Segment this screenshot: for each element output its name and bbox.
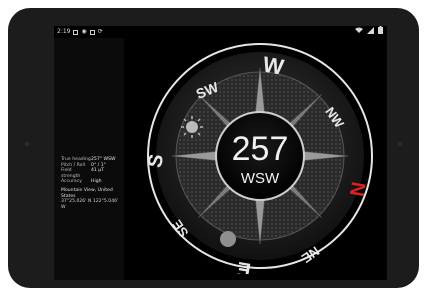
- tablet-frame: 2:19 ◉ ⟳ True heading 257° WSW Pitch / Ro…: [8, 8, 419, 288]
- status-time: 2:19: [57, 28, 71, 35]
- sync-icon: ⟳: [97, 28, 103, 35]
- signal-icon: [367, 26, 374, 34]
- info-value: 41 µT: [91, 168, 105, 174]
- location-name: Mountain View, United States: [61, 187, 113, 199]
- battery-icon: [378, 26, 383, 34]
- app-screen: 2:19 ◉ ⟳ True heading 257° WSW Pitch / Ro…: [54, 26, 387, 280]
- heading-degrees: 257: [232, 130, 289, 168]
- info-row: Accuracy High: [61, 179, 124, 185]
- info-label: Field strength: [61, 168, 81, 179]
- info-row: Field strength 41 µT: [61, 168, 124, 179]
- compass-dial[interactable]: 257 WSW W SW NW S N SE NE E: [142, 38, 378, 274]
- location-icon: ◉: [81, 28, 87, 35]
- info-label: Accuracy: [61, 179, 82, 185]
- info-readout: True heading 257° WSW Pitch / Roll 0° / 1°…: [61, 157, 124, 210]
- left-side-dot: [25, 142, 29, 146]
- wifi-icon: [355, 27, 363, 33]
- info-value: High: [91, 179, 102, 185]
- right-side-dot: [398, 142, 402, 146]
- moon-icon: [220, 231, 236, 247]
- heading-direction: WSW: [241, 170, 280, 187]
- status-bar: 2:19 ◉ ⟳: [54, 26, 387, 38]
- sim-icon: [73, 29, 79, 35]
- info-panel: True heading 257° WSW Pitch / Roll 0° / 1°…: [54, 38, 124, 280]
- location-coordinates: 37°25.026' N 122°5.046' W: [61, 199, 119, 210]
- screenshot-icon: [89, 29, 95, 35]
